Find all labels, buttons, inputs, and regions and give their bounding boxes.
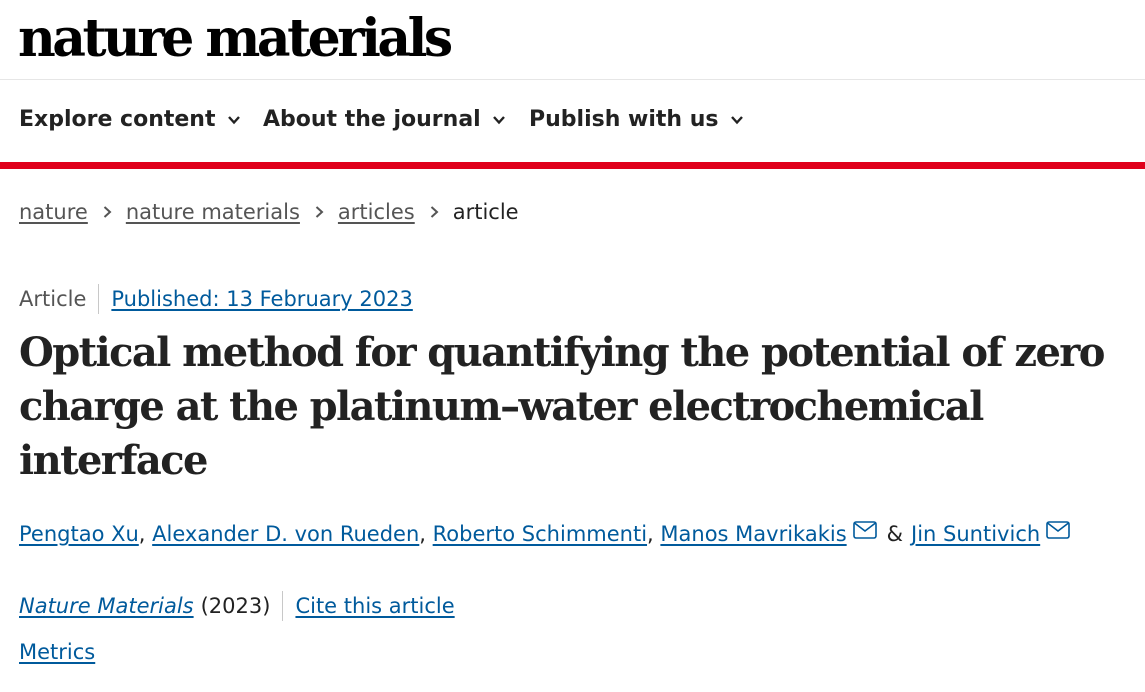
envelope-icon[interactable] <box>1046 521 1070 539</box>
nav-publish-with-us[interactable]: Publish with us <box>529 107 744 132</box>
envelope-icon[interactable] <box>852 521 877 539</box>
author-separator: , <box>138 522 153 546</box>
divider <box>282 591 284 621</box>
cite-article-link[interactable]: Cite this article <box>295 594 454 618</box>
chevron-right-icon <box>315 206 324 218</box>
journal-logo[interactable]: nature materials <box>18 5 453 73</box>
author-link[interactable]: Jin Suntivich <box>911 522 1040 546</box>
nav-about-journal[interactable]: About the journal <box>263 107 506 132</box>
author-separator: , <box>647 522 661 546</box>
chevron-down-icon <box>730 115 743 124</box>
chevron-down-icon <box>227 115 240 124</box>
author-link[interactable]: Pengtao Xu <box>19 522 139 546</box>
breadcrumb-link-nature-materials[interactable]: nature materials <box>126 200 300 224</box>
nav-item-label: Explore content <box>19 107 216 132</box>
author-ampersand: & <box>886 522 904 546</box>
published-date-link[interactable]: Published: 13 February 2023 <box>111 287 412 311</box>
breadcrumb-current: article <box>452 200 519 224</box>
journal-link[interactable]: Nature Materials <box>19 594 194 618</box>
metrics-link[interactable]: Metrics <box>19 640 95 664</box>
article-title: Optical method for quantifying the poten… <box>19 329 1105 484</box>
divider <box>98 284 100 314</box>
chevron-right-icon <box>430 206 439 218</box>
breadcrumb-link-nature[interactable]: nature <box>19 200 88 224</box>
nav-explore-content[interactable]: Explore content <box>19 107 241 132</box>
nav-item-label: Publish with us <box>529 107 719 132</box>
publication-year: (2023) <box>200 594 271 618</box>
chevron-down-icon <box>492 115 505 124</box>
main-nav: Explore content About the journal Publis… <box>0 80 1145 169</box>
citation-row: Nature Materials (2023) Cite this articl… <box>19 591 455 621</box>
chevron-right-icon <box>103 206 112 218</box>
author-link[interactable]: Alexander D. von Rueden <box>152 522 419 546</box>
nav-item-label: About the journal <box>263 107 481 132</box>
breadcrumb-link-articles[interactable]: articles <box>338 200 415 224</box>
author-list: Pengtao Xu , Alexander D. von Rueden , R… <box>19 521 1070 546</box>
author-link[interactable]: Roberto Schimmenti <box>433 522 647 546</box>
article-type: Article <box>19 287 87 311</box>
author-separator: , <box>419 522 433 546</box>
article-meta: Article Published: 13 February 2023 <box>19 284 413 314</box>
author-link[interactable]: Manos Mavrikakis <box>660 522 846 546</box>
breadcrumb: nature nature materials articles article <box>19 200 519 224</box>
masthead: nature materials <box>0 0 1145 80</box>
